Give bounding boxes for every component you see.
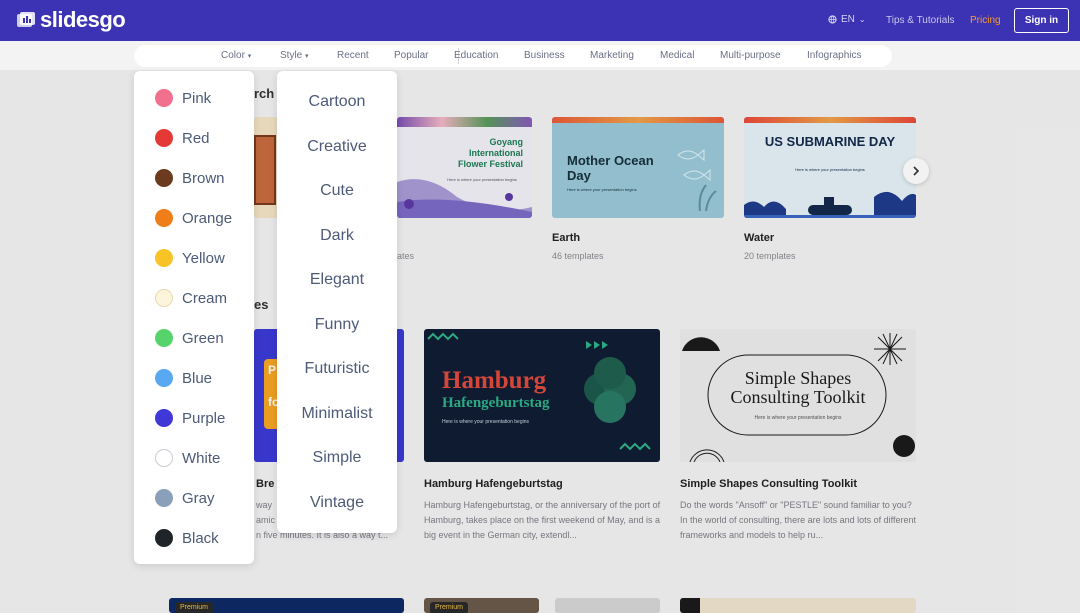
caret-down-icon: ▾ [305, 53, 309, 60]
color-label: Gray [182, 489, 215, 507]
color-option-pink[interactable]: Pink [155, 88, 211, 108]
color-option-brown[interactable]: Brown [155, 168, 225, 188]
category-multi-purpose[interactable]: Multi-purpose [720, 50, 781, 61]
style-option-creative[interactable]: Creative [277, 138, 397, 156]
color-option-black[interactable]: Black [155, 528, 219, 548]
logo-icon [17, 12, 35, 27]
pricing-link[interactable]: Pricing [970, 15, 1001, 26]
style-option-dark[interactable]: Dark [277, 227, 397, 245]
color-option-white[interactable]: White [155, 448, 220, 468]
color-swatch [155, 489, 173, 507]
color-label: Blue [182, 369, 213, 387]
color-swatch [155, 249, 173, 267]
category-medical[interactable]: Medical [660, 50, 694, 61]
color-option-cream[interactable]: Cream [155, 288, 227, 308]
category-recent[interactable]: Recent [337, 50, 369, 61]
chevron-down-icon: ⌄ [858, 15, 866, 24]
color-option-orange[interactable]: Orange [155, 208, 232, 228]
category-business[interactable]: Business [524, 50, 565, 61]
style-dropdown-menu: Cartoon Creative Cute Dark Elegant Funny… [277, 71, 397, 533]
style-option-funny[interactable]: Funny [277, 316, 397, 334]
color-swatch [155, 449, 173, 467]
slidesgo-logo[interactable]: slidesgo [16, 7, 126, 32]
style-option-minimalist[interactable]: Minimalist [277, 405, 397, 423]
color-label: Yellow [182, 249, 225, 267]
color-label: Green [182, 329, 224, 347]
logo-text: slidesgo [40, 7, 126, 32]
color-filter-label: Color [221, 50, 245, 61]
color-option-yellow[interactable]: Yellow [155, 248, 225, 268]
color-label: Black [182, 529, 219, 547]
style-option-elegant[interactable]: Elegant [277, 271, 397, 289]
color-option-purple[interactable]: Purple [155, 408, 225, 428]
color-label: Orange [182, 209, 233, 227]
color-swatch [155, 209, 173, 227]
color-swatch [155, 369, 173, 387]
color-label: Pink [182, 89, 212, 107]
color-dropdown-menu: Pink Red Brown Orange Yellow Cream Green… [134, 71, 254, 564]
color-label: Purple [182, 409, 226, 427]
color-swatch [155, 409, 173, 427]
category-marketing[interactable]: Marketing [590, 50, 634, 61]
color-option-blue[interactable]: Blue [155, 368, 212, 388]
style-filter-label: Style [280, 50, 303, 61]
style-option-cute[interactable]: Cute [277, 182, 397, 200]
tips-tutorials-link[interactable]: Tips & Tutorials [886, 15, 955, 26]
color-swatch [155, 129, 173, 147]
style-option-cartoon[interactable]: Cartoon [277, 93, 397, 111]
style-option-futuristic[interactable]: Futuristic [277, 360, 397, 378]
color-swatch [155, 529, 173, 547]
color-option-red[interactable]: Red [155, 128, 210, 148]
color-label: Cream [182, 289, 228, 307]
top-header: slidesgo EN ⌄ Tips & Tutorials Pricing S… [0, 0, 1080, 41]
color-option-green[interactable]: Green [155, 328, 224, 348]
color-label: Brown [182, 169, 225, 187]
sign-in-button[interactable]: Sign in [1014, 8, 1069, 33]
category-infographics[interactable]: Infographics [807, 50, 861, 61]
color-label: White [182, 449, 221, 467]
category-popular[interactable]: Popular [394, 50, 428, 61]
category-education[interactable]: Education [454, 50, 498, 61]
style-filter-toggle[interactable]: Style ▾ [280, 50, 309, 61]
color-filter-toggle[interactable]: Color ▾ [221, 50, 251, 61]
color-swatch [155, 329, 173, 347]
language-selector[interactable]: EN ⌄ [828, 14, 866, 25]
color-swatch [155, 169, 173, 187]
globe-icon [828, 15, 837, 24]
color-swatch [155, 89, 173, 107]
style-option-simple[interactable]: Simple [277, 449, 397, 467]
color-swatch [155, 289, 173, 307]
language-label: EN [841, 14, 855, 25]
caret-down-icon: ▾ [247, 53, 252, 60]
category-bar: Color ▾ Style ▾ Recent Popular Education… [134, 45, 892, 67]
color-option-gray[interactable]: Gray [155, 488, 215, 508]
color-label: Red [182, 129, 210, 147]
style-option-vintage[interactable]: Vintage [277, 494, 397, 512]
